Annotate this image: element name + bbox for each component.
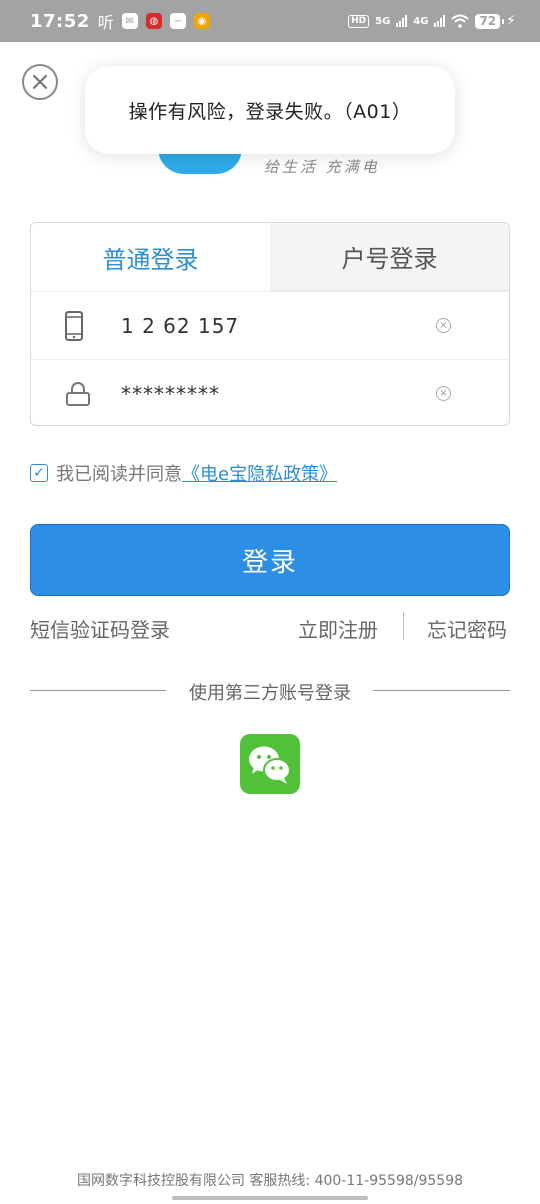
network-5g-label: 5G: [375, 15, 391, 27]
clear-password-icon[interactable]: ×: [436, 386, 451, 401]
phone-input[interactable]: 1 2 62 157: [121, 314, 239, 338]
login-card: 普通登录 户号登录 1 2 62 157 × ********* ×: [30, 222, 510, 426]
status-bar-right: HD 5G 4G 72 ⚡: [348, 13, 516, 29]
wifi-icon: [451, 14, 470, 28]
weibo-app-icon: ◉: [193, 13, 210, 29]
password-input[interactable]: *********: [121, 382, 220, 406]
signal-5g-icon: [396, 15, 408, 27]
close-icon: ×: [29, 67, 51, 97]
login-button[interactable]: 登录: [30, 524, 510, 596]
signal-4g-icon: [434, 15, 446, 27]
phone-icon: [65, 310, 83, 341]
home-indicator[interactable]: [172, 1196, 368, 1200]
status-bar-left: 17:52 听 ✉ ◍ ∽ ◉: [30, 9, 210, 33]
footer-text: 国网数字科技控股有限公司 客服热线: 400-11-95598/95598: [76, 1173, 464, 1189]
third-party-label: 使用第三方账号登录: [189, 683, 351, 704]
battery-icon: 72: [475, 13, 504, 29]
sms-login-link[interactable]: 短信验证码登录: [30, 614, 170, 643]
password-field[interactable]: ********* ×: [31, 359, 509, 425]
message-app-icon: ✉: [121, 13, 138, 29]
network-4g-label: 4G: [413, 15, 429, 27]
tab-account-login[interactable]: 户号登录: [270, 223, 509, 291]
third-party-divider-right: [373, 690, 510, 691]
lock-icon: [66, 381, 90, 406]
privacy-agreement: ✓ 我已阅读并同意 《电e宝隐私政策》: [30, 460, 337, 486]
wechat-icon: [249, 746, 291, 784]
close-button[interactable]: ×: [22, 64, 58, 100]
hd-icon: HD: [348, 14, 370, 28]
forgot-password-link[interactable]: 忘记密码: [427, 614, 507, 643]
wechat-login-button[interactable]: [240, 734, 300, 794]
status-bar: 17:52 听 ✉ ◍ ∽ ◉ HD 5G 4G 72 ⚡: [0, 0, 540, 42]
status-time: 17:52: [30, 10, 90, 32]
login-tabs: 普通登录 户号登录: [31, 223, 509, 291]
charging-icon: ⚡: [506, 13, 516, 29]
brand-slogan: 给生活 充满电: [264, 158, 380, 176]
register-link[interactable]: 立即注册: [298, 614, 378, 643]
tab-normal-login[interactable]: 普通登录: [31, 223, 270, 291]
agreement-checkbox[interactable]: ✓: [30, 464, 48, 482]
agreement-text: 我已阅读并同意: [56, 464, 182, 485]
privacy-policy-link[interactable]: 《电e宝隐私政策》: [182, 460, 337, 486]
bank-app-icon: ◍: [145, 13, 162, 29]
clear-phone-icon[interactable]: ×: [436, 318, 451, 333]
ting-app-icon: 听: [97, 13, 114, 32]
chat-app-icon: ∽: [169, 13, 186, 29]
error-toast: 操作有风险，登录失败。（A01）: [85, 66, 455, 154]
phone-field[interactable]: 1 2 62 157 ×: [31, 291, 509, 359]
toast-message: 操作有风险，登录失败。（A01）: [128, 100, 412, 123]
links-divider: [403, 612, 404, 640]
